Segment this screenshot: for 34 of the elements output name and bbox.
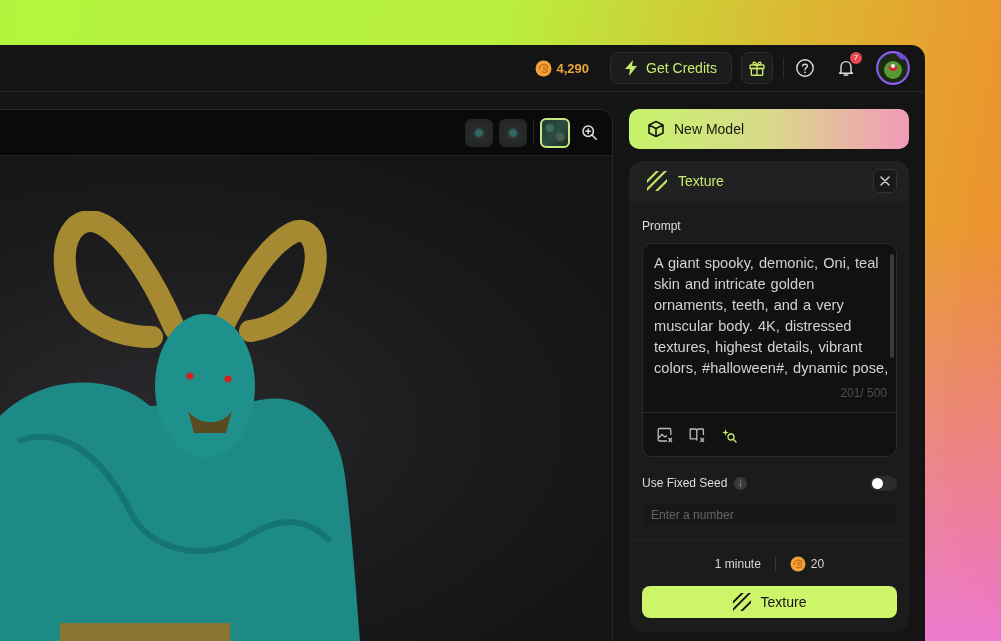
coin-icon bbox=[789, 556, 806, 572]
cube-icon bbox=[647, 120, 665, 138]
notification-badge: 7 bbox=[850, 52, 862, 64]
gift-icon bbox=[749, 60, 765, 76]
lightning-icon bbox=[625, 60, 638, 76]
new-model-button[interactable]: New Model bbox=[629, 109, 909, 149]
close-icon bbox=[880, 176, 890, 186]
seed-label: Use Fixed Seed bbox=[642, 476, 728, 490]
sparkle-search-icon[interactable] bbox=[721, 426, 737, 443]
stripes-icon bbox=[647, 171, 667, 191]
texture-button[interactable]: Texture bbox=[642, 586, 897, 618]
zoom-in-icon[interactable] bbox=[582, 125, 597, 140]
prompt-input[interactable]: A giant spooky, demonic, Oni, teal skin and intricate golden ornaments, teeth, and a very muscular body. 4K, distressed textures, highest details, vibrant colors, #halloween#, dynamic pose, bbox=[654, 253, 891, 379]
prompt-label: Prompt bbox=[642, 219, 682, 233]
avatar-icon[interactable] bbox=[876, 51, 910, 85]
coin-icon bbox=[535, 59, 553, 77]
scrollbar[interactable] bbox=[890, 254, 894, 358]
info-icon[interactable] bbox=[734, 476, 748, 490]
character-counter: 201/ 500 bbox=[840, 386, 887, 400]
book-x-icon[interactable] bbox=[689, 426, 705, 443]
cost-amount: 20 bbox=[810, 557, 825, 571]
model-thumbnail[interactable] bbox=[499, 118, 527, 147]
close-button[interactable] bbox=[873, 169, 897, 193]
get-credits-button[interactable]: Get Credits bbox=[610, 52, 732, 84]
model-thumbnail[interactable] bbox=[465, 118, 493, 147]
panel-title: Texture bbox=[678, 173, 725, 189]
bell-icon[interactable] bbox=[837, 59, 855, 77]
seed-toggle[interactable] bbox=[870, 475, 897, 491]
gift-button[interactable] bbox=[741, 52, 773, 84]
credits-amount: 4,290 bbox=[556, 60, 589, 76]
stripes-icon bbox=[732, 593, 751, 611]
duration-text: 1 minute bbox=[714, 557, 761, 571]
image-x-icon[interactable] bbox=[657, 426, 673, 443]
help-icon[interactable] bbox=[796, 59, 814, 77]
